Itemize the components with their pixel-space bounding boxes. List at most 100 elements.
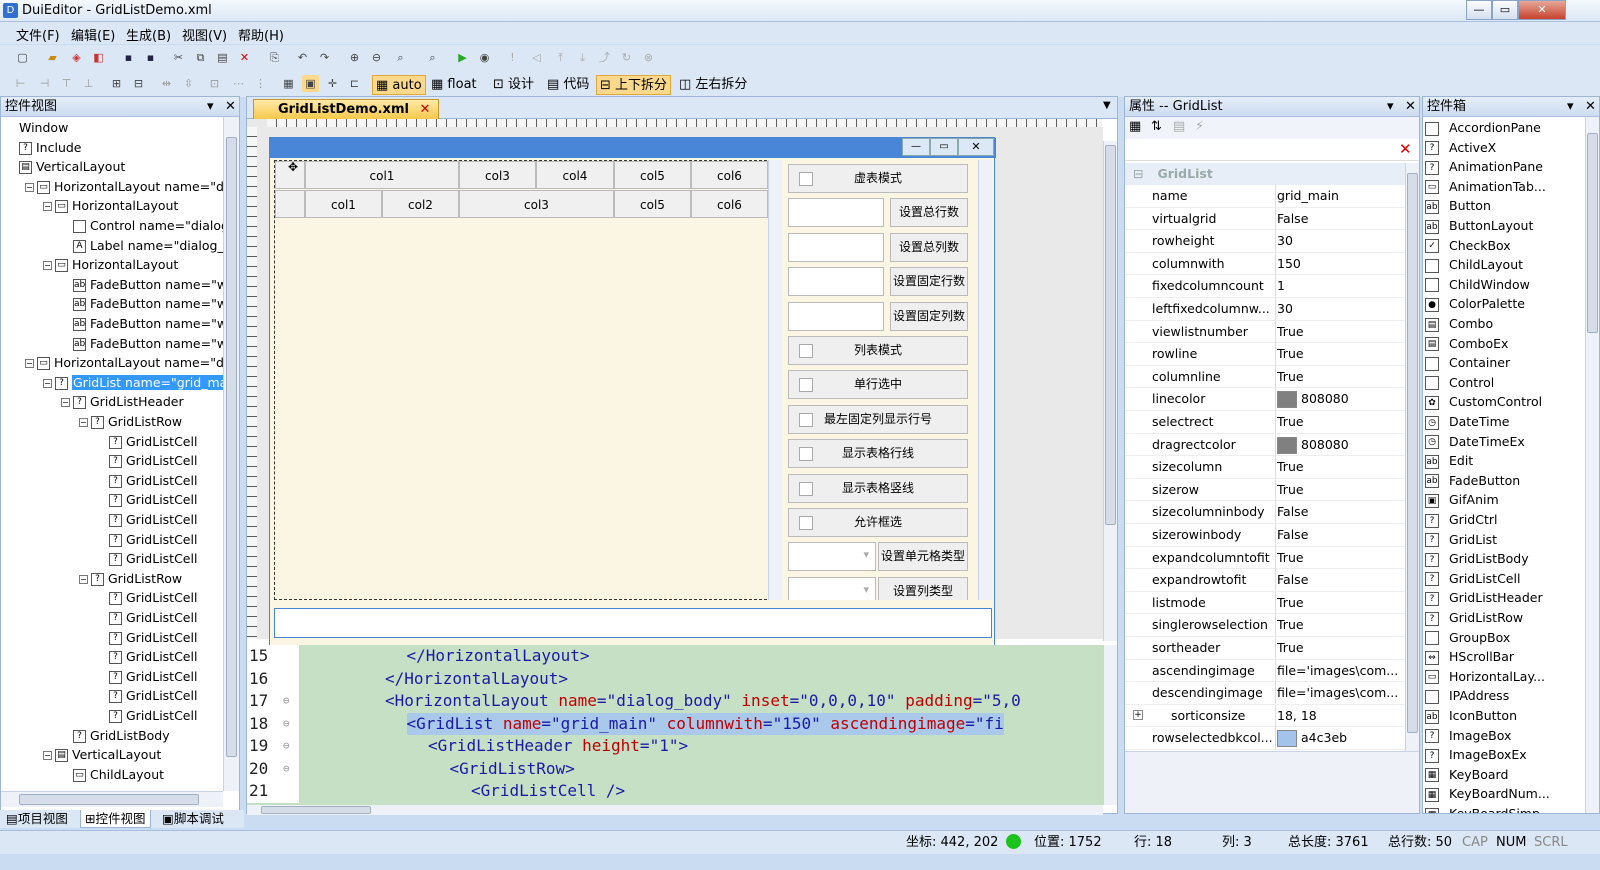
toolbox-item[interactable]: ▦ KeyBoardSimp... <box>1423 804 1552 813</box>
expand-icon[interactable]: + <box>1133 709 1143 720</box>
tab-project-view[interactable]: ▤项目视图 <box>2 810 72 828</box>
center-vertical-icon[interactable]: ⊟ <box>130 75 147 92</box>
run-icon[interactable]: ▶ <box>454 49 471 66</box>
tree-node[interactable]: −▭ HorizontalLayout name="dialo <box>25 353 223 372</box>
tree-node[interactable]: Window <box>19 118 68 137</box>
property-row[interactable]: descendingimage file='images\com... <box>1125 682 1407 705</box>
tree-node[interactable]: −? GridListRow <box>79 412 182 431</box>
design-vscroll-thumb[interactable] <box>1105 145 1116 525</box>
code-vscroll[interactable] <box>1103 645 1117 805</box>
tree-node[interactable]: Control name="dialog_i <box>73 216 223 235</box>
grid-header-cell[interactable]: col6 <box>691 161 768 189</box>
option-checkbox[interactable]: 虚表模式 <box>788 164 968 193</box>
auto-layout-button[interactable]: ▦ auto <box>372 75 426 95</box>
grid-header-cell[interactable]: col5 <box>614 190 691 218</box>
crosshair-icon[interactable]: ✛ <box>324 75 341 92</box>
toolbox-item[interactable]: ? AnimationPane <box>1423 157 1543 177</box>
breakpoint-icon[interactable]: ! <box>504 49 521 66</box>
section-collapse-icon[interactable]: ⊟ <box>1133 166 1143 181</box>
value-input[interactable] <box>788 301 884 331</box>
tree-node[interactable]: − ▭ HorizontalLayout <box>43 255 178 274</box>
tree-node[interactable]: ▤ VerticalLayout <box>19 157 125 176</box>
zoom-out-icon[interactable]: ⊖ <box>368 49 385 66</box>
clear-filter-icon[interactable]: ✕ <box>1399 140 1412 158</box>
tree-node[interactable]: −? GridListRow <box>79 569 182 588</box>
option-checkbox[interactable]: 列表模式 <box>788 336 968 365</box>
toolbox-pin-icon[interactable]: ▾ <box>1567 97 1574 117</box>
step-into-icon[interactable]: ⤒ <box>552 49 569 66</box>
apply-button[interactable]: 设置单元格类型 <box>878 542 968 572</box>
close-file-icon[interactable]: ◧ <box>90 49 107 66</box>
menu-build[interactable]: 生成(B) <box>126 25 171 44</box>
properties-scroll-thumb[interactable] <box>1407 173 1418 733</box>
property-row[interactable]: expandrowtofit False <box>1125 569 1407 592</box>
undo-icon[interactable]: ↶ <box>294 49 311 66</box>
tree-expander-icon[interactable]: − <box>25 359 34 369</box>
option-checkbox[interactable]: 显示表格行线 <box>788 439 968 469</box>
space-down-icon[interactable]: ⋮ <box>252 75 269 92</box>
properties-scrollbar[interactable] <box>1405 163 1419 751</box>
combo-arrow-icon[interactable]: ▾ <box>863 583 869 596</box>
property-row[interactable]: columnwith 150 <box>1125 252 1407 276</box>
property-pages-icon[interactable]: ▤ <box>1173 119 1185 134</box>
pin-icon[interactable]: ▾ <box>207 97 214 117</box>
show-border-icon[interactable]: ▣ <box>302 75 319 92</box>
grid-header-cell[interactable]: col2 <box>382 190 459 218</box>
settings-scrollbar[interactable] <box>978 160 992 600</box>
property-value[interactable]: True <box>1275 614 1405 637</box>
property-value[interactable]: 808080 <box>1275 433 1405 456</box>
apply-button[interactable]: 设置固定行数 <box>890 267 968 297</box>
grid-icon[interactable]: ▦ <box>280 75 297 92</box>
color-swatch[interactable] <box>1277 391 1297 409</box>
toolbox-item[interactable]: ChildWindow <box>1423 275 1530 295</box>
tab-close-icon[interactable]: ✕ <box>419 102 430 117</box>
toolbox-item[interactable]: ▭ HorizontalLay... <box>1423 667 1545 687</box>
property-value[interactable]: grid_main <box>1275 185 1405 207</box>
design-window[interactable]: — ▭ ✕ col1 col3 col4 col5 col6 col1 col2 col3 co… <box>269 137 996 659</box>
property-row[interactable]: rowline True <box>1125 343 1407 366</box>
property-row[interactable]: ascendingimage file='images\com... <box>1125 659 1407 683</box>
checkbox-box[interactable] <box>799 481 813 496</box>
grid-header-cell[interactable]: col1 <box>305 190 382 218</box>
tree-expander-icon[interactable]: − <box>43 751 52 761</box>
tree-node[interactable]: ? GridListCell <box>109 549 197 568</box>
tree-expander-icon[interactable]: − <box>79 418 88 427</box>
tree-node[interactable]: ? GridListCell <box>109 667 197 686</box>
cut-icon[interactable]: ✂ <box>170 49 187 66</box>
toolbox-item[interactable]: ? ActiveX <box>1423 138 1496 158</box>
maximize-button[interactable]: ▭ <box>1492 0 1518 20</box>
design-view-button[interactable]: ⊡ 设计 <box>490 75 537 95</box>
toolbox-scroll-thumb[interactable] <box>1587 133 1598 333</box>
toolbox-item[interactable]: ⇔ HScrollBar <box>1423 647 1514 667</box>
same-width-icon[interactable]: ⇹ <box>158 75 175 92</box>
property-value[interactable]: False <box>1275 207 1405 230</box>
tab-script-debug[interactable]: ▣脚本调试 <box>158 810 228 828</box>
grid-header-cell[interactable]: col1 <box>305 161 459 189</box>
redo-icon[interactable]: ↷ <box>316 49 333 66</box>
float-layout-button[interactable]: ▦ float <box>428 75 480 95</box>
debug-continue-icon[interactable]: ↻ <box>618 49 635 66</box>
color-swatch[interactable] <box>1277 436 1297 454</box>
save-icon[interactable]: ▪ <box>120 49 137 66</box>
grid-header-cell[interactable]: col6 <box>691 190 768 218</box>
property-row[interactable]: rowheight 30 <box>1125 230 1407 253</box>
fold-icon[interactable]: ⊖ <box>283 690 290 713</box>
property-value[interactable]: True <box>1275 456 1405 479</box>
tree-node[interactable]: ab FadeButton name="winc <box>73 314 223 333</box>
tree-node[interactable]: ? GridListCell <box>109 490 197 509</box>
tree-node[interactable]: ab FadeButton name="winc <box>73 334 223 353</box>
property-row[interactable]: sortheader True <box>1125 637 1407 660</box>
code-line[interactable]: 17 ⊖ <HorizontalLayout name="dialog_body" … <box>247 690 1103 713</box>
zoom-in-icon[interactable]: ⊕ <box>346 49 363 66</box>
space-across-icon[interactable]: ⋯ <box>230 75 247 92</box>
grid-header-cell[interactable] <box>275 190 305 218</box>
save-all-icon[interactable]: ▪ <box>142 49 159 66</box>
property-value[interactable]: True <box>1275 343 1405 366</box>
toolbox-item[interactable]: ? GridList <box>1423 530 1497 550</box>
toolbox-scrollbar[interactable] <box>1585 117 1599 813</box>
tree-node[interactable]: ? GridListBody <box>73 726 170 745</box>
toolbox-item[interactable]: ab ButtonLayout <box>1423 216 1533 236</box>
tree-node[interactable]: ? GridListCell <box>109 588 197 607</box>
delete-icon[interactable]: ✕ <box>236 49 253 66</box>
properties-close-icon[interactable]: ✕ <box>1405 97 1416 117</box>
